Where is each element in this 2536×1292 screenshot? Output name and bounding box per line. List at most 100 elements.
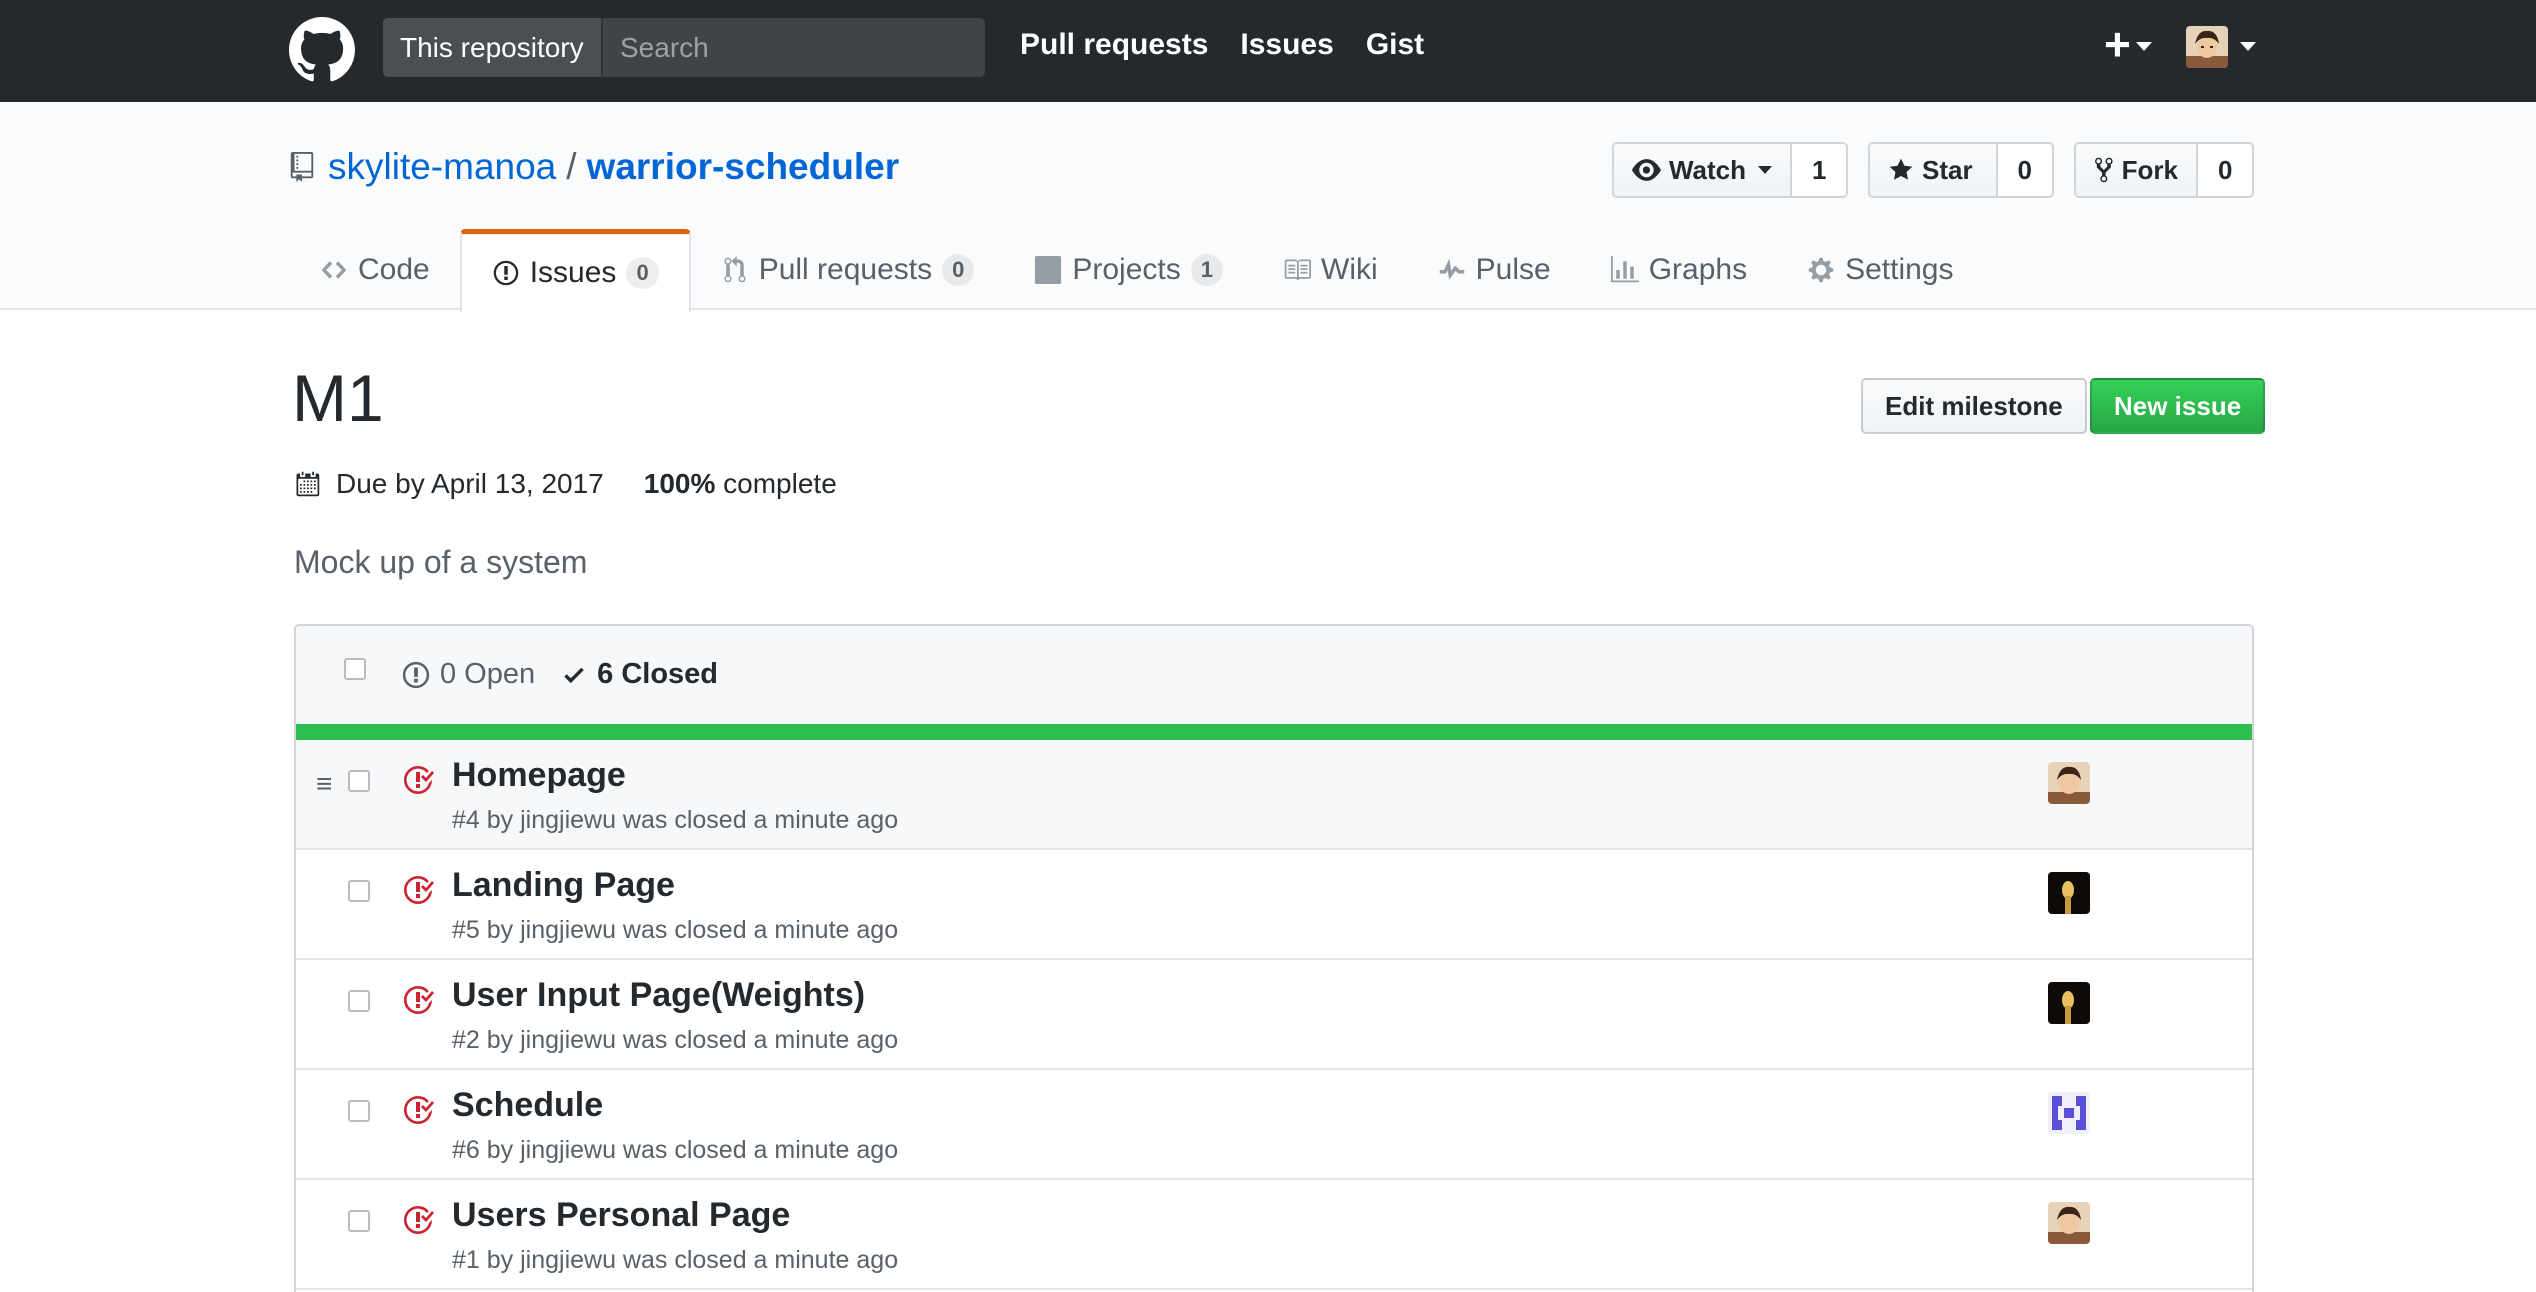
star-button[interactable]: Star — [1870, 144, 1998, 196]
header-nav: Pull requests Issues Gist — [1020, 28, 1424, 62]
fork-button[interactable]: Fork — [2076, 144, 2198, 196]
repo-forked-icon — [2095, 157, 2113, 183]
issue-title-link[interactable]: Homepage — [452, 756, 626, 795]
repo-path-separator: / — [566, 146, 577, 187]
milestone-progress-text: 100% complete — [644, 468, 837, 500]
search-scope-label: This repository — [383, 18, 603, 77]
issue-state-toggle: 0 Open 6 Closed — [402, 658, 718, 691]
issue-title-link[interactable]: Schedule — [452, 1086, 603, 1125]
tab-pulse[interactable]: Pulse — [1408, 229, 1581, 310]
eye-icon — [1632, 159, 1661, 181]
issue-closed-icon — [404, 765, 434, 794]
plus-icon: + — [2104, 18, 2131, 70]
nav-pull-requests[interactable]: Pull requests — [1020, 28, 1208, 62]
calendar-icon — [296, 471, 320, 497]
tab-label: Issues — [529, 256, 617, 289]
issue-closed-icon — [404, 1206, 434, 1234]
pulse-icon — [1439, 258, 1464, 280]
search-input[interactable] — [603, 18, 985, 77]
tab-graphs[interactable]: Graphs — [1581, 229, 1777, 310]
watch-count[interactable]: 1 — [1792, 144, 1846, 196]
issue-checkbox[interactable] — [348, 990, 370, 1012]
assignee-avatar[interactable] — [2048, 872, 2090, 914]
check-icon — [564, 667, 584, 683]
repo-nav-tabs: Code Issues 0 Pull requests 0 Projects 1… — [290, 229, 1984, 312]
watch-button-group: Watch 1 — [1612, 142, 1848, 198]
star-label: Star — [1922, 155, 1973, 185]
edit-milestone-button[interactable]: Edit milestone — [1861, 378, 2087, 434]
issue-row[interactable]: Landing Page #5 by jingjiewu was closed … — [296, 850, 2252, 960]
tab-projects[interactable]: Projects 1 — [1004, 229, 1253, 310]
closed-issues-label: 6 Closed — [597, 658, 719, 690]
issue-opened-icon — [402, 661, 430, 688]
issue-title-link[interactable]: User Input Page(Weights) — [452, 976, 865, 1015]
open-issues-label: 0 Open — [440, 658, 536, 690]
open-issues-filter[interactable]: 0 Open — [402, 658, 535, 691]
assignee-avatar[interactable] — [2048, 982, 2090, 1024]
issue-checkbox[interactable] — [348, 1210, 370, 1232]
global-header: This repository Pull requests Issues Gis… — [0, 0, 2536, 102]
repo-name-link[interactable]: warrior-scheduler — [587, 146, 900, 188]
drag-handle-icon[interactable]: ≡ — [316, 768, 332, 800]
repo-header: skylite-manoa / warrior-scheduler Watch … — [0, 102, 2536, 312]
issue-title-link[interactable]: Landing Page — [452, 866, 675, 905]
issue-checkbox[interactable] — [348, 880, 370, 902]
tab-counter: 0 — [626, 257, 659, 289]
new-issue-button[interactable]: New issue — [2090, 378, 2266, 434]
issue-meta: #1 by jingjiewu was closed a minute ago — [452, 1246, 899, 1274]
tab-label: Pulse — [1475, 252, 1551, 286]
chevron-down-icon — [2136, 42, 2152, 51]
create-new-menu[interactable]: + — [2104, 20, 2156, 68]
repo-title: skylite-manoa / warrior-scheduler — [290, 146, 899, 188]
fork-label: Fork — [2121, 155, 2178, 185]
milestone-due-date: Due by April 13, 2017 — [336, 468, 604, 499]
issue-closed-icon — [404, 875, 434, 904]
issue-row[interactable]: Users Personal Page #1 by jingjiewu was … — [296, 1180, 2252, 1290]
milestone-meta: Due by April 13, 2017 100% complete — [294, 468, 837, 500]
tab-code[interactable]: Code — [290, 229, 460, 310]
code-icon — [321, 260, 347, 279]
issue-checkbox[interactable] — [348, 770, 370, 792]
issue-meta: #2 by jingjiewu was closed a minute ago — [452, 1026, 899, 1054]
tab-counter: 0 — [942, 253, 975, 286]
git-pull-request-icon — [724, 255, 746, 282]
assignee-avatar[interactable] — [2048, 1202, 2090, 1244]
closed-issues-filter[interactable]: 6 Closed — [561, 658, 718, 691]
assignee-avatar[interactable] — [2048, 762, 2090, 804]
tab-issues[interactable]: Issues 0 — [459, 229, 691, 312]
assignee-avatar[interactable] — [2048, 1092, 2090, 1134]
milestone-title: M1 — [292, 361, 384, 435]
tab-label: Settings — [1845, 252, 1954, 286]
milestone-complete-label: complete — [723, 468, 837, 499]
issues-list-header: 0 Open 6 Closed — [296, 626, 2252, 724]
issue-row[interactable]: Schedule #6 by jingjiewu was closed a mi… — [296, 1070, 2252, 1180]
issue-row[interactable]: ≡ Homepage #4 by jingjiewu was closed a … — [296, 740, 2252, 850]
user-avatar — [2186, 26, 2228, 68]
tab-label: Pull requests — [758, 252, 933, 286]
issue-meta: #4 by jingjiewu was closed a minute ago — [452, 806, 899, 834]
star-button-group: Star 0 — [1868, 142, 2054, 198]
project-icon — [1035, 255, 1062, 284]
issue-title-link[interactable]: Users Personal Page — [452, 1196, 790, 1235]
issue-checkbox[interactable] — [348, 1100, 370, 1122]
graph-icon — [1610, 255, 1639, 282]
repo-owner-link[interactable]: skylite-manoa — [328, 146, 556, 188]
tab-pull-requests[interactable]: Pull requests 0 — [691, 229, 1005, 310]
nav-gist[interactable]: Gist — [1366, 28, 1424, 62]
milestone-percent: 100% — [643, 468, 716, 499]
star-count[interactable]: 0 — [1998, 144, 2052, 196]
user-menu[interactable] — [2186, 26, 2258, 68]
select-all-checkbox[interactable] — [344, 658, 366, 680]
header-search: This repository — [383, 18, 985, 77]
tab-settings[interactable]: Settings — [1777, 229, 1983, 310]
issue-opened-icon — [493, 260, 518, 286]
nav-issues[interactable]: Issues — [1240, 28, 1333, 62]
issue-row[interactable]: User Input Page(Weights) #2 by jingjiewu… — [296, 960, 2252, 1070]
fork-button-group: Fork 0 — [2074, 142, 2254, 198]
watch-button[interactable]: Watch — [1614, 144, 1792, 196]
issue-meta: #5 by jingjiewu was closed a minute ago — [452, 916, 899, 944]
fork-count[interactable]: 0 — [2198, 144, 2252, 196]
tab-label: Graphs — [1648, 252, 1748, 286]
tab-wiki[interactable]: Wiki — [1253, 229, 1408, 310]
github-logo-icon[interactable] — [289, 17, 355, 83]
